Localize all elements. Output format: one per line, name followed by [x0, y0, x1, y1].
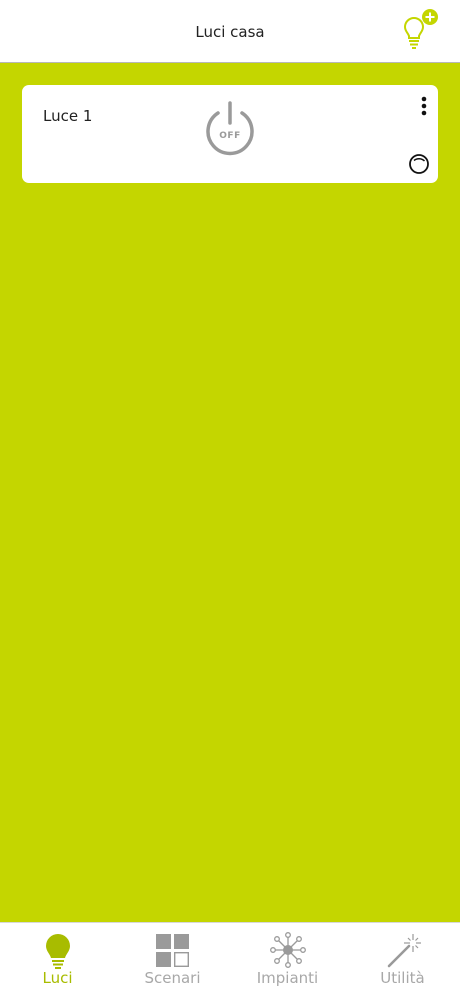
circle-status-icon: [409, 154, 429, 174]
more-vertical-icon: [421, 96, 427, 116]
tab-label: Luci: [42, 969, 73, 987]
add-light-button[interactable]: [396, 8, 442, 54]
light-name: Luce 1: [43, 107, 93, 125]
light-status-indicator[interactable]: [408, 153, 430, 175]
bottom-tab-bar: Luci Scenari Impianti Utilità: [0, 922, 460, 996]
tab-label: Impianti: [256, 969, 319, 987]
add-light-bulb-icon: [403, 9, 438, 49]
tab-luci[interactable]: Luci: [0, 923, 115, 996]
light-card[interactable]: Luce 1 OFF: [22, 85, 438, 183]
light-menu-button[interactable]: [416, 95, 432, 119]
magic-wand-icon: [387, 934, 421, 968]
tab-impianti[interactable]: Impianti: [230, 923, 345, 996]
app-header: Luci casa: [0, 0, 460, 63]
network-icon: [270, 932, 306, 968]
tab-utilita[interactable]: Utilità: [345, 923, 460, 996]
tab-scenari[interactable]: Scenari: [115, 923, 230, 996]
lights-list: Luce 1 OFF: [0, 64, 460, 922]
grid-icon: [156, 934, 190, 968]
power-state-label: OFF: [219, 131, 241, 141]
power-toggle-button[interactable]: OFF: [203, 99, 257, 161]
bulb-icon: [46, 934, 70, 969]
tab-label: Utilità: [380, 969, 425, 987]
page-title: Luci casa: [195, 23, 265, 41]
tab-label: Scenari: [144, 969, 201, 987]
power-icon: [206, 101, 254, 156]
